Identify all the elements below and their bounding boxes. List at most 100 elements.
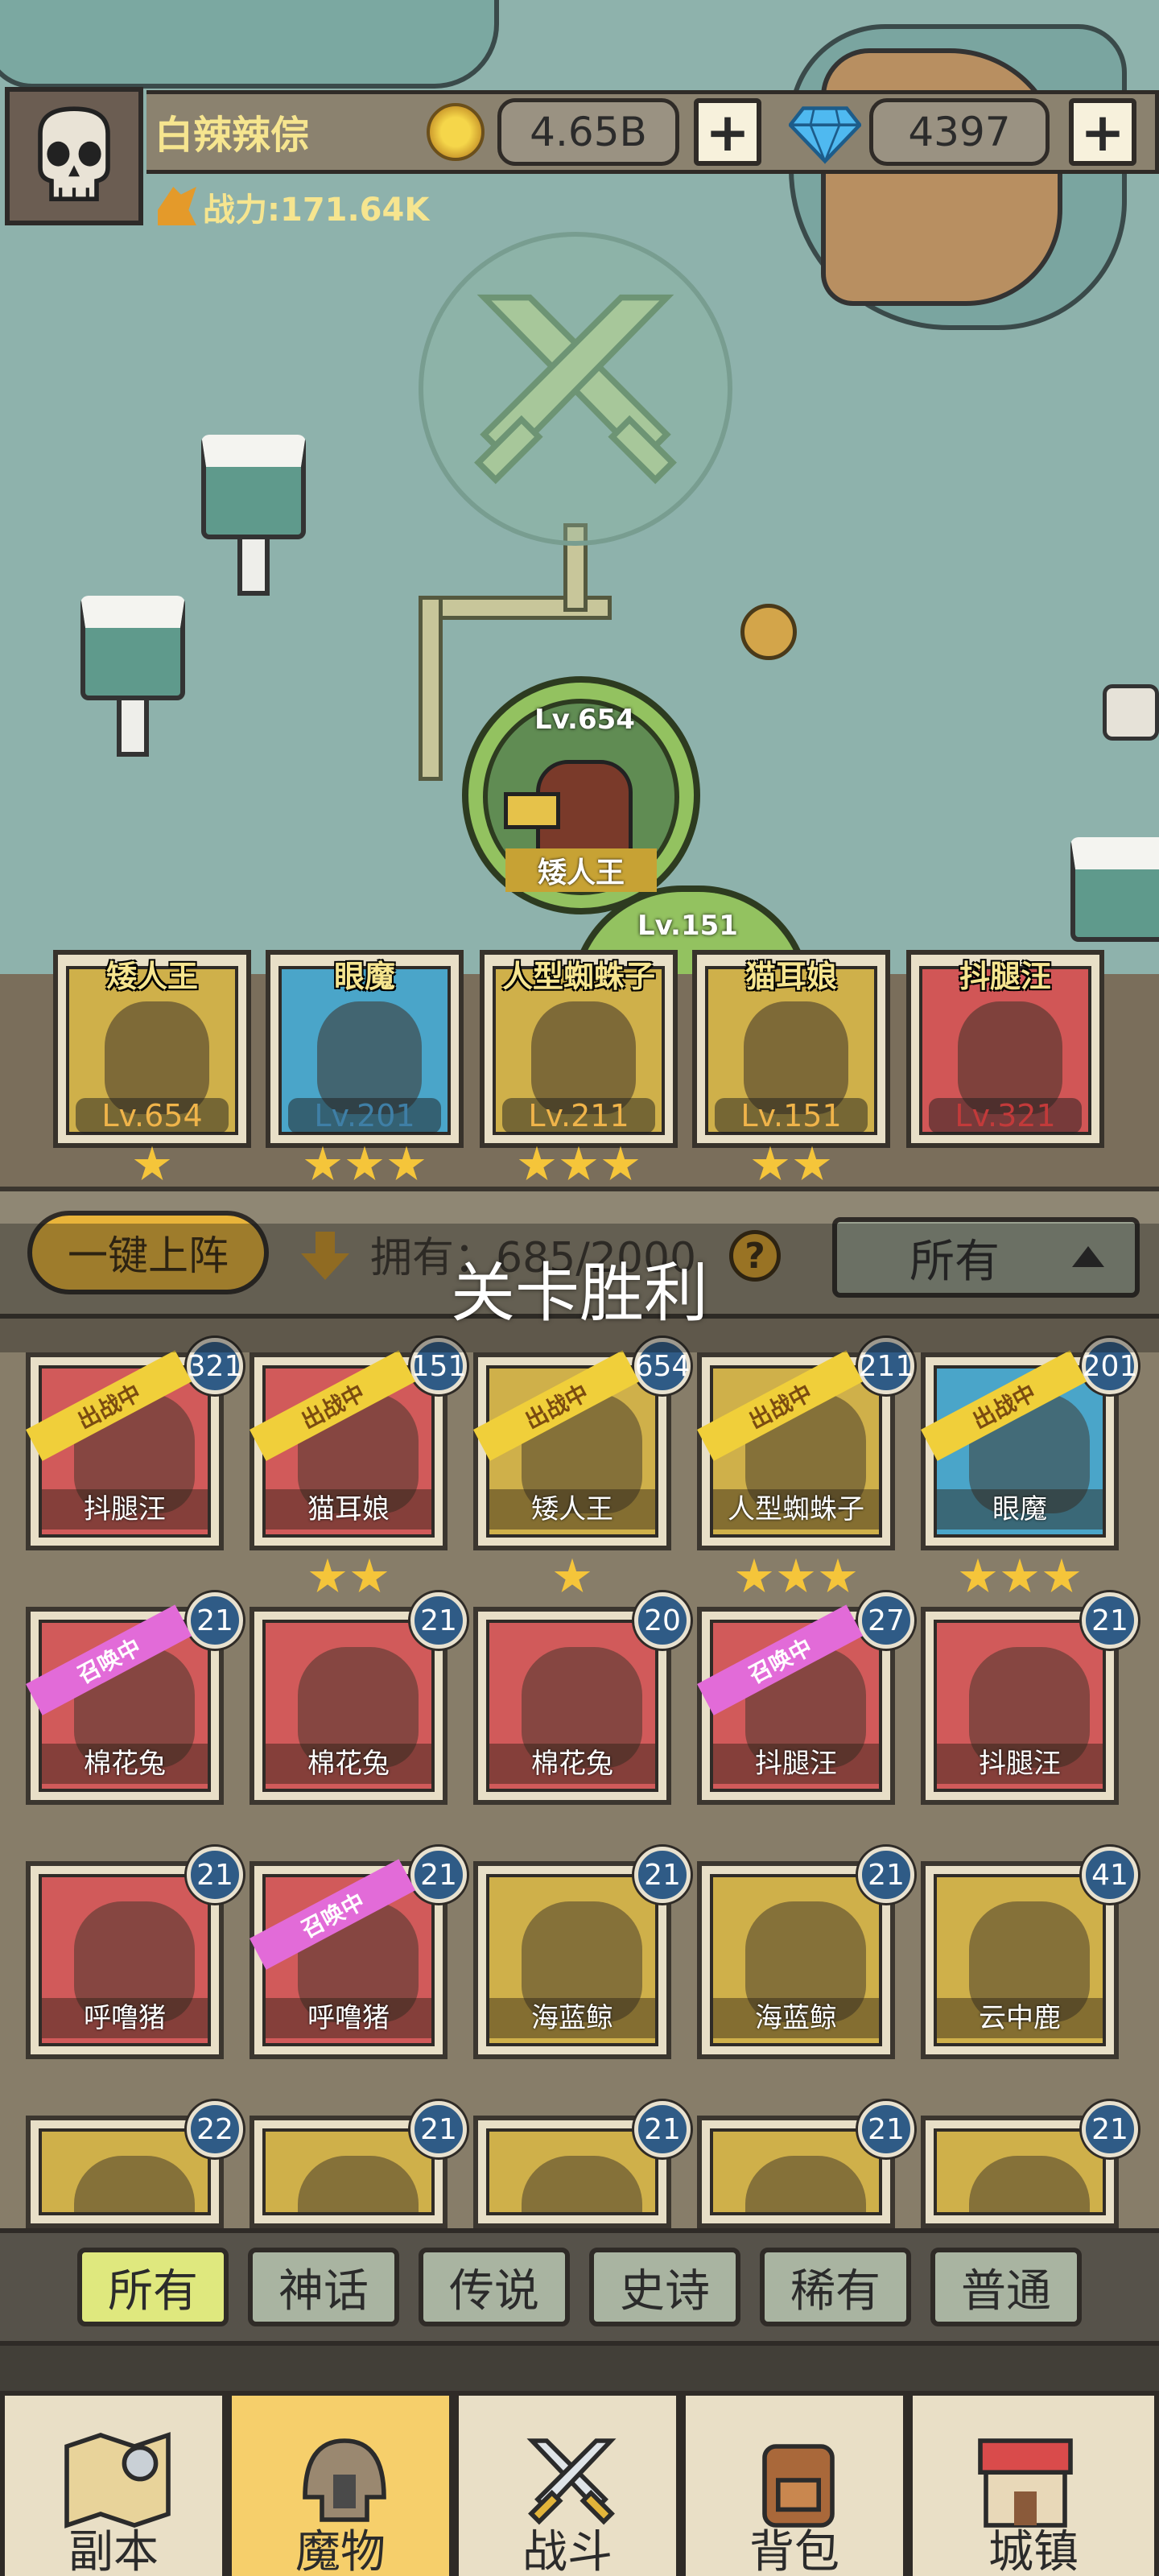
monster-portrait: 云中鹿: [934, 1874, 1106, 2046]
monster-name: 棉花兔: [266, 1744, 431, 1784]
monster-name: 呼噜猪: [42, 1998, 208, 2038]
monster-name: 抖腿汪: [937, 1744, 1103, 1784]
monster-portrait: [486, 2128, 658, 2215]
rarity-tab[interactable]: 普通: [930, 2248, 1082, 2326]
star-icon: [554, 1558, 591, 1592]
monster-card-stars: [309, 1558, 388, 1599]
team-slot[interactable]: 眼魔 Lv.201: [266, 950, 464, 1148]
skull-icon: [740, 604, 797, 660]
nav-item[interactable]: 城镇: [908, 2391, 1159, 2576]
team-slot-stars: [518, 1146, 639, 1187]
add-gems-button[interactable]: +: [1069, 98, 1136, 166]
nav-label: 背包: [749, 2526, 839, 2576]
monster-name: 眼魔: [937, 1489, 1103, 1530]
star-icon: [388, 1146, 425, 1180]
crossed-swords-icon: [474, 294, 677, 485]
rarity-tab[interactable]: 所有: [77, 2248, 229, 2326]
monster-card[interactable]: 21: [697, 2101, 914, 2228]
nav-item[interactable]: 魔物: [227, 2391, 454, 2576]
boss-level: Lv.654: [534, 704, 635, 736]
monster-card[interactable]: 海蓝鲸 21: [697, 1847, 914, 2059]
monster-card[interactable]: 棉花兔 21: [250, 1592, 467, 1805]
team-slot[interactable]: 抖腿汪 Lv.321: [906, 950, 1104, 1148]
monster-card-stars: [959, 1558, 1080, 1599]
battle-emblem: [419, 232, 732, 546]
monster-card[interactable]: 呼噜猪 21: [26, 1847, 243, 2059]
star-icon: [602, 1146, 639, 1180]
star-icon: [736, 1558, 773, 1592]
monster-card[interactable]: 21: [250, 2101, 467, 2228]
monster-portrait: 抖腿汪: [934, 1620, 1106, 1792]
gold-coin-icon: [427, 103, 485, 161]
nav-item[interactable]: 背包: [681, 2391, 908, 2576]
monster-sprite: [105, 1001, 209, 1114]
team-slot-level: Lv.151: [715, 1098, 868, 1133]
star-icon: [752, 1146, 789, 1180]
add-coins-button[interactable]: +: [694, 98, 761, 166]
monster-name: 人型蜘蛛子: [713, 1489, 879, 1530]
star-icon: [819, 1558, 856, 1592]
monster-portrait: [39, 2128, 211, 2215]
monster-card[interactable]: 21: [921, 2101, 1138, 2228]
rarity-tab[interactable]: 史诗: [589, 2248, 740, 2326]
monster-card[interactable]: 眼魔 201 出战中: [921, 1338, 1138, 1550]
team-slot[interactable]: 猫耳娘 Lv.151: [692, 950, 890, 1148]
level-badge: 20: [634, 1592, 691, 1649]
monster-card[interactable]: 抖腿汪 321 出战中: [26, 1338, 243, 1550]
monster-card[interactable]: 抖腿汪 21: [921, 1592, 1138, 1805]
monster-card[interactable]: 抖腿汪 27 召唤中: [697, 1592, 914, 1805]
boss-name: 矮人王: [505, 848, 657, 892]
team-slot-name: 人型蜘蛛子: [501, 959, 655, 994]
monster-name: 海蓝鲸: [713, 1998, 879, 2038]
gem-amount: 4397: [869, 98, 1050, 166]
monster-portrait: 海蓝鲸: [710, 1874, 882, 2046]
monster-card[interactable]: 人型蜘蛛子 211 出战中: [697, 1338, 914, 1550]
monster-portrait: [262, 2128, 435, 2215]
star-icon: [309, 1558, 346, 1592]
team-slot-name: 矮人王: [105, 959, 198, 994]
nav-item[interactable]: 战斗: [454, 2391, 681, 2576]
nav-label: 城镇: [988, 2526, 1079, 2576]
team-slot-name: 抖腿汪: [959, 959, 1051, 994]
monster-sprite: [745, 2156, 866, 2212]
team-slot-level: Lv.654: [76, 1098, 229, 1133]
monster-card[interactable]: 21: [473, 2101, 691, 2228]
team-slot-name: 眼魔: [333, 959, 395, 994]
rarity-tab[interactable]: 传说: [419, 2248, 570, 2326]
nav-item[interactable]: 副本: [0, 2391, 227, 2576]
monster-card[interactable]: 猫耳娘 151 出战中: [250, 1338, 467, 1550]
monster-card[interactable]: 棉花兔 20: [473, 1592, 691, 1805]
combat-power: 战力:171.64K: [203, 192, 430, 229]
team-slot-level: Lv.321: [929, 1098, 1082, 1133]
star-icon: [1043, 1558, 1080, 1592]
nav-label: 副本: [68, 2526, 159, 2576]
monster-card[interactable]: 矮人王 654 出战中: [473, 1338, 691, 1550]
team-slot-name: 猫耳娘: [744, 959, 837, 994]
monster-name: 棉花兔: [489, 1744, 655, 1784]
player-avatar[interactable]: [5, 87, 143, 225]
player-name: 白辣辣倧: [155, 113, 310, 158]
level-badge: 41: [1082, 1847, 1138, 1903]
star-icon: [794, 1146, 831, 1180]
monster-sprite: [74, 2156, 195, 2212]
monster-card[interactable]: 22: [26, 2101, 243, 2228]
monster-card[interactable]: 海蓝鲸 21: [473, 1847, 691, 2059]
monster-sprite: [298, 2156, 419, 2212]
monster-card-stars: [736, 1558, 856, 1599]
rarity-tab[interactable]: 神话: [248, 2248, 399, 2326]
level-badge: 21: [1082, 2101, 1138, 2157]
rarity-tab[interactable]: 稀有: [760, 2248, 911, 2326]
level-badge: 21: [410, 1592, 467, 1649]
level-badge: 27: [858, 1592, 914, 1649]
monster-name: 矮人王: [489, 1489, 655, 1530]
monster-card[interactable]: 云中鹿 41: [921, 1847, 1138, 2059]
team-slot[interactable]: 矮人王 Lv.654: [53, 950, 251, 1148]
monster-card[interactable]: 棉花兔 21 召唤中: [26, 1592, 243, 1805]
star-icon: [518, 1146, 555, 1180]
monster-card[interactable]: 呼噜猪 21 召唤中: [250, 1847, 467, 2059]
monster-name: 抖腿汪: [713, 1744, 879, 1784]
star-icon: [560, 1146, 597, 1180]
monster-portrait: 海蓝鲸: [486, 1874, 658, 2046]
team-slot[interactable]: 人型蜘蛛子 Lv.211: [480, 950, 678, 1148]
monster-name: 云中鹿: [937, 1998, 1103, 2038]
